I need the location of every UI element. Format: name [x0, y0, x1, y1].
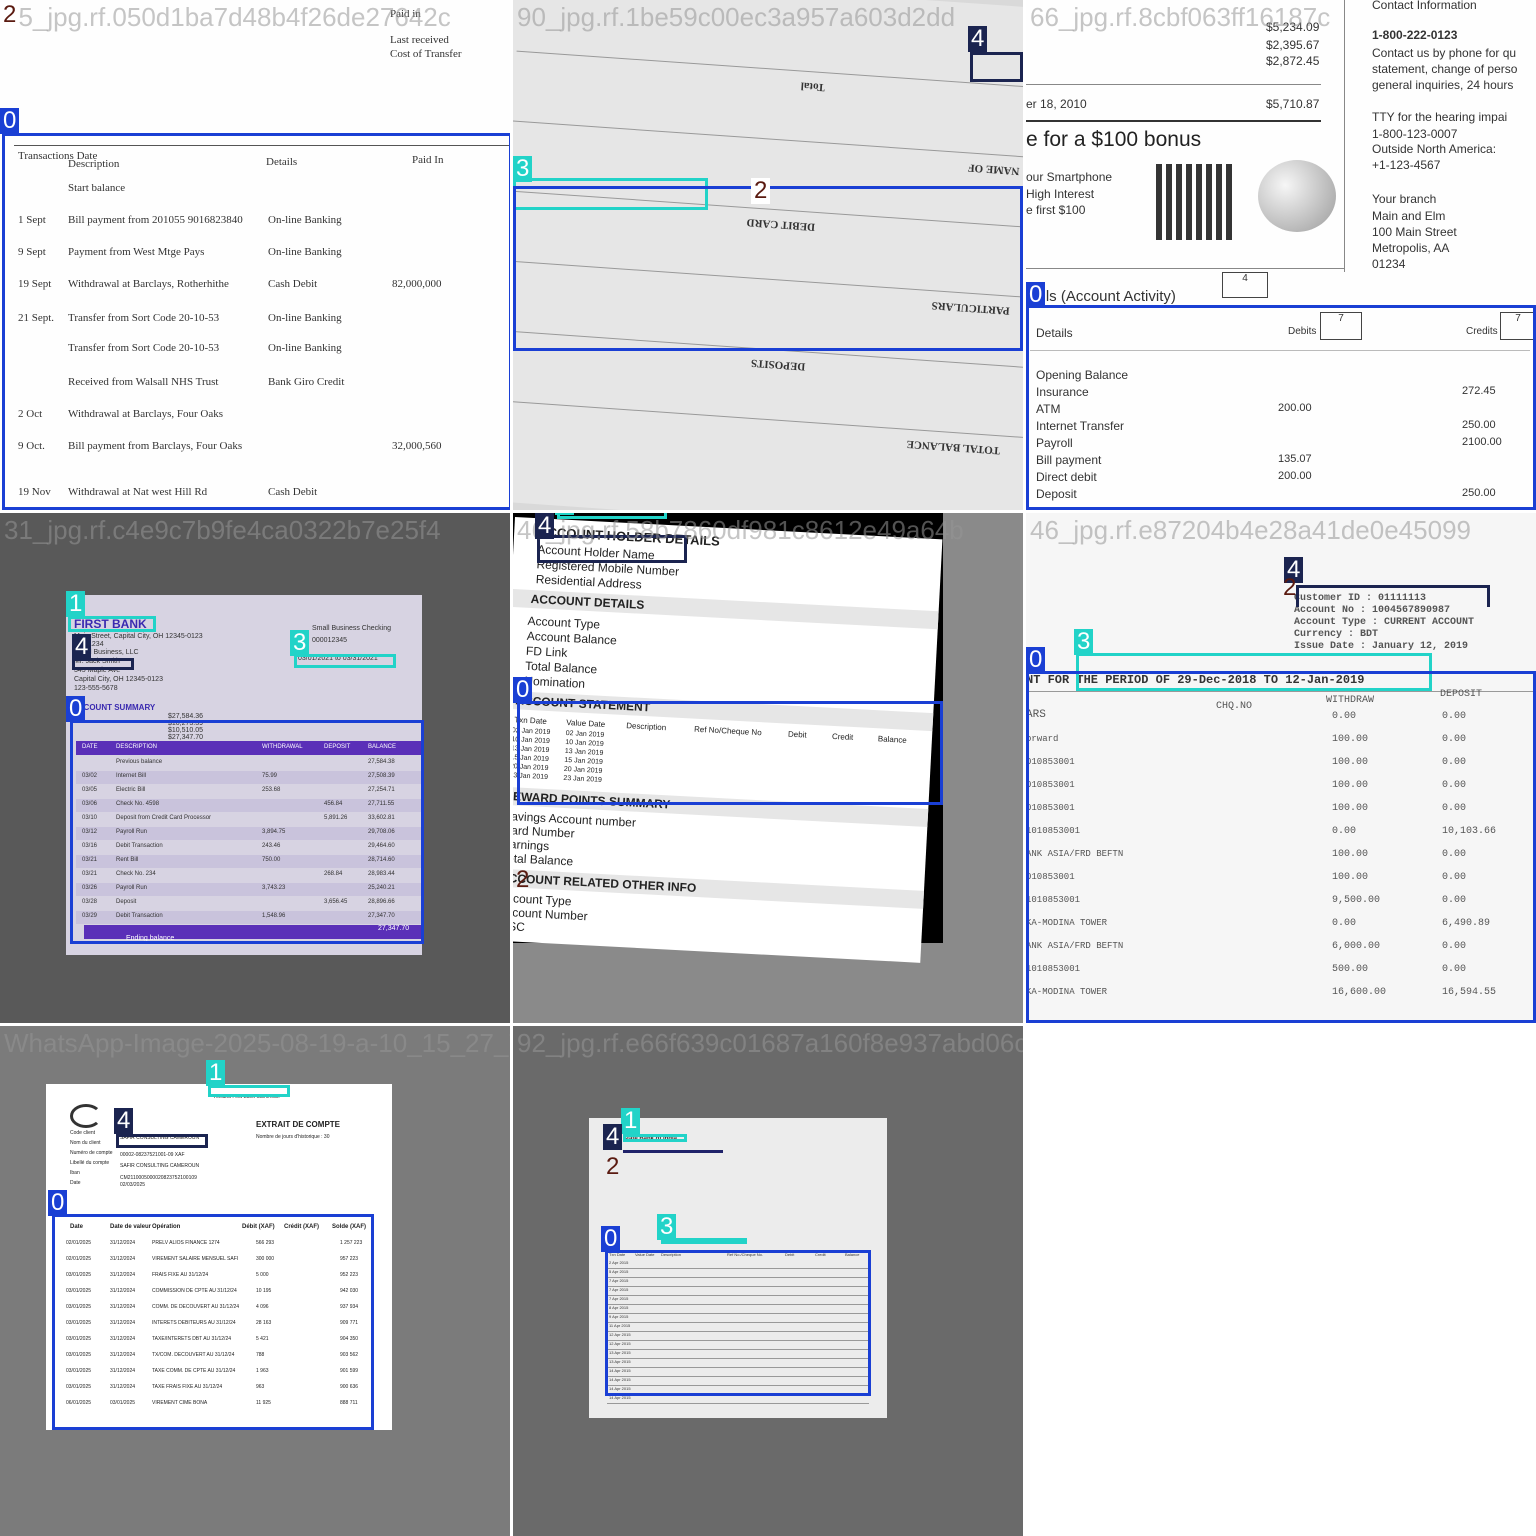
image-tile-4: FIRST BANK Main Street, Capital City, OH…: [0, 513, 510, 1023]
filename-overlay: 92_jpg.rf.e66f639c01687a160f8e937abd06c2: [517, 1028, 1023, 1058]
label-tag: 2: [1283, 574, 1297, 601]
statement-row: TOTAL BALANCE: [906, 437, 1001, 457]
label-tag: 4: [72, 634, 92, 660]
label-tag: 1: [66, 591, 86, 617]
image-tile-8: State Bank of India Txn Date Value Date De…: [513, 1026, 1023, 1536]
annotation-box: [208, 1085, 290, 1097]
image-tile-3: $5,234.09 $2,395.67 $2,872.45 er 18, 201…: [1026, 0, 1536, 510]
balance-value: $5,710.87: [1266, 97, 1320, 111]
contact-text: general inquiries, 24 hours: [1372, 78, 1514, 92]
label-tag: 0: [48, 1190, 68, 1216]
label-tag: 3: [657, 1214, 677, 1240]
branch-line: 100 Main Street: [1372, 225, 1457, 239]
annotation-box: [1296, 585, 1490, 607]
label-tag: 0: [601, 1226, 621, 1252]
label-tag: 4: [968, 26, 988, 52]
label-tag: 2: [0, 2, 20, 28]
label-tag: 2: [606, 1153, 620, 1180]
label-tag: 4: [535, 513, 555, 539]
account-number: 00002-08237521001-09 XAF: [120, 1152, 185, 1158]
statement-rows: TOTAL BALANCE DEPOSITS PARTICULARS DEBIT CA…: [513, 50, 1023, 510]
customer-line: Capital City, OH 12345-0123: [74, 676, 163, 683]
annotation-box: [52, 1214, 374, 1430]
annotation-box: [970, 52, 1023, 82]
account-name: Small Business Checking: [312, 625, 391, 632]
label-tag: 1: [621, 1108, 641, 1134]
bank-logo-icon: [70, 1104, 102, 1128]
annotation-box: [605, 1250, 871, 1396]
annotation-box: [68, 616, 156, 632]
branch-line: Metropolis, AA: [1372, 241, 1450, 255]
annotation-box: [513, 186, 1023, 351]
annotation-box: [1026, 305, 1536, 510]
branch-line: Main and Elm: [1372, 209, 1446, 223]
annotation-box: [1026, 671, 1536, 1023]
client-name: SAFIR CONSULTING CAMEROUN: [120, 1163, 200, 1169]
annotation-box: [70, 720, 424, 944]
label-tag: 0: [1026, 282, 1046, 308]
label-tag: 3: [290, 630, 310, 656]
statement-row: NAME OF: [967, 161, 1020, 177]
contact-title: Contact Information: [1372, 0, 1477, 12]
image-tile-7: Afriland First Bank Cameroun EXTRAIT DE …: [0, 1026, 510, 1536]
account-number: 000012345: [312, 637, 348, 644]
label-tag: 2: [516, 866, 530, 893]
label-tag: 4: [114, 1108, 134, 1134]
image-tile-2: TOTAL BALANCE DEPOSITS PARTICULARS DEBIT CA…: [513, 0, 1023, 510]
statement-row: Total: [800, 79, 826, 94]
image-tile-empty: [1026, 1026, 1536, 1536]
date: 02/03/2025: [120, 1182, 146, 1188]
label-tag: 0: [513, 677, 533, 703]
annotation-box: [294, 654, 396, 668]
tty-label: TTY for the hearing impai: [1372, 110, 1508, 124]
annotation-box: [116, 1134, 208, 1148]
statement-title: EXTRAIT DE COMPTE: [256, 1120, 341, 1129]
image-tile-5: ACCOUNT HOLDER DETAILS Account Holder Na…: [513, 513, 1023, 1023]
outside-phone: +1-123-4567: [1372, 158, 1441, 172]
label-tag: 4: [603, 1124, 623, 1150]
label-tag: 3: [513, 156, 533, 182]
filename-overlay: 31_jpg.rf.c4e9c7b9fe4ca0322b7e25f4: [4, 515, 441, 545]
label-tag: 3: [1074, 629, 1094, 655]
header-line: Cost of Transfer: [390, 48, 462, 60]
header-line: Last received: [390, 34, 449, 46]
label-tag: 0: [66, 696, 86, 722]
label-tag: 1: [555, 513, 575, 515]
annotation-box: [517, 701, 943, 805]
label-tag: 0: [0, 108, 20, 134]
image-tile-1: Paid in Last received Cost of Transfer T…: [0, 0, 510, 510]
header-field: Currency : BDT: [1294, 629, 1379, 640]
outside-label: Outside North America:: [1372, 142, 1497, 156]
summary-value: $27,584.36: [168, 713, 204, 720]
label-tag: 2: [751, 178, 771, 204]
branch-title: Your branch: [1372, 192, 1437, 206]
header-line: Paid in: [390, 8, 421, 20]
contact-text: Contact us by phone for qu: [1372, 46, 1517, 60]
header-field: Issue Date : January 12, 2019: [1294, 641, 1469, 652]
filename-overlay: WhatsApp-Image-2025-08-19-a-10_15_27_70: [4, 1028, 510, 1058]
iban: CM2110005000020823752100109: [120, 1175, 197, 1181]
tty-phone: 1-800-123-0007: [1372, 127, 1458, 141]
label-tag: 0: [1026, 647, 1046, 673]
annotation-box: [537, 535, 687, 563]
section-title: tails (Account Activity): [1030, 288, 1176, 305]
annotation-box: [2, 133, 510, 510]
branch-line: 01234: [1372, 257, 1406, 271]
contact-phone: 1-800-222-0123: [1372, 28, 1458, 42]
customer-line: 123-555-5678: [74, 685, 118, 692]
contact-text: statement, change of perso: [1372, 62, 1518, 76]
summary-title: ACCOUNT SUMMARY: [72, 703, 156, 712]
header-field: Account Type : CURRENT ACCOUNT: [1294, 617, 1475, 628]
annotation-box: [623, 1134, 687, 1142]
qr-code-icon: [1156, 164, 1232, 240]
annotation-small-box: 4: [1222, 272, 1268, 298]
label-tag: 1: [206, 1060, 226, 1086]
image-tile-6: Customer ID : 01111113 Account No : 10045…: [1026, 513, 1536, 1023]
piggy-bank-icon: [1258, 160, 1336, 232]
